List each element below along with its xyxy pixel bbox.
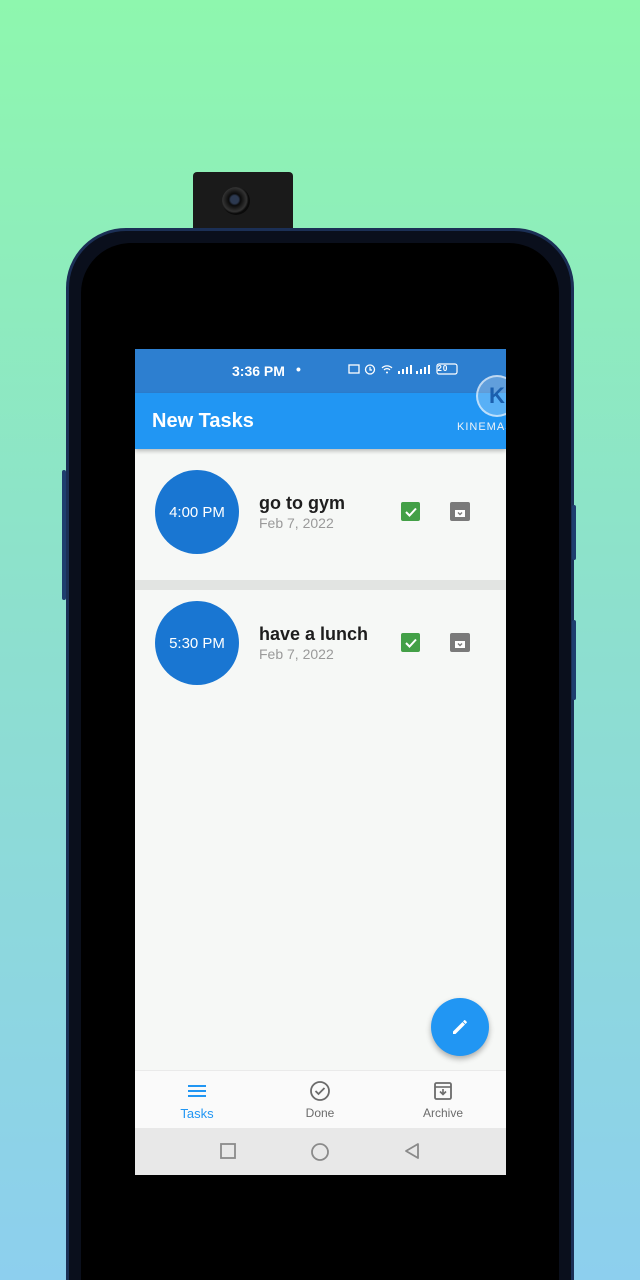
nav-tasks[interactable]: Tasks bbox=[152, 1079, 242, 1121]
popup-camera bbox=[193, 172, 293, 232]
archive-icon bbox=[434, 1082, 452, 1100]
menu-icon bbox=[188, 1085, 206, 1097]
bottom-navigation: Tasks Done Archive bbox=[135, 1070, 506, 1129]
square-icon bbox=[220, 1143, 236, 1159]
side-button bbox=[572, 620, 576, 700]
nav-done[interactable]: Done bbox=[275, 1079, 365, 1120]
task-divider bbox=[135, 580, 506, 590]
status-time: 3:36 PM bbox=[232, 363, 285, 379]
task-time-circle: 5:30 PM bbox=[155, 601, 239, 685]
home-button[interactable] bbox=[310, 1142, 330, 1167]
check-circle-icon bbox=[310, 1081, 330, 1101]
nav-label: Archive bbox=[422, 1106, 463, 1120]
watermark-text: KINEMASTER bbox=[457, 421, 506, 433]
camera-lens-icon bbox=[222, 187, 250, 215]
triangle-back-icon bbox=[405, 1143, 419, 1159]
mark-done-button[interactable] bbox=[401, 502, 420, 521]
task-item[interactable]: 5:30 PM have a lunch Feb 7, 2022 bbox=[135, 590, 506, 711]
task-date: Feb 7, 2022 bbox=[259, 515, 334, 531]
back-button[interactable] bbox=[403, 1142, 421, 1165]
archive-icon bbox=[455, 640, 465, 648]
battery-level: 20 bbox=[437, 364, 449, 374]
check-box-icon bbox=[404, 638, 417, 648]
wifi-icon bbox=[381, 365, 393, 374]
status-icons: 20 bbox=[348, 361, 458, 375]
task-list: 4:00 PM go to gym Feb 7, 2022 5:30 PM ha… bbox=[135, 459, 506, 711]
notification-dot: • bbox=[296, 361, 301, 377]
add-task-button[interactable] bbox=[431, 998, 489, 1056]
archive-icon bbox=[455, 509, 465, 517]
task-time-circle: 4:00 PM bbox=[155, 470, 239, 554]
status-bar: 3:36 PM • 20 bbox=[135, 349, 506, 393]
page-title: New Tasks bbox=[152, 410, 254, 432]
app-bar: New Tasks bbox=[135, 393, 506, 449]
signal-icon bbox=[398, 364, 431, 374]
volume-button bbox=[62, 470, 66, 600]
task-title: have a lunch bbox=[259, 624, 369, 644]
task-item[interactable]: 4:00 PM go to gym Feb 7, 2022 bbox=[135, 459, 506, 580]
recents-button[interactable] bbox=[219, 1142, 237, 1165]
nav-label: Tasks bbox=[180, 1106, 214, 1121]
edit-icon bbox=[453, 1020, 467, 1034]
mark-done-button[interactable] bbox=[401, 633, 420, 652]
nav-archive[interactable]: Archive bbox=[398, 1079, 488, 1120]
task-title: go to gym bbox=[259, 493, 345, 513]
kinemaster-watermark: K KINEMASTER bbox=[457, 375, 506, 433]
power-button bbox=[572, 505, 576, 560]
system-navigation-bar bbox=[135, 1128, 506, 1175]
archive-button[interactable] bbox=[450, 502, 470, 521]
app-screen: 3:36 PM • 20 New Tasks K KINEMASTER 4:00… bbox=[135, 349, 506, 1175]
cast-icon bbox=[348, 364, 360, 374]
circle-icon bbox=[311, 1143, 329, 1161]
archive-button[interactable] bbox=[450, 633, 470, 652]
kinemaster-logo-icon: K bbox=[476, 375, 506, 417]
task-date: Feb 7, 2022 bbox=[259, 646, 334, 662]
check-box-icon bbox=[404, 507, 417, 517]
nav-label: Done bbox=[305, 1106, 335, 1120]
alarm-icon bbox=[365, 364, 376, 375]
